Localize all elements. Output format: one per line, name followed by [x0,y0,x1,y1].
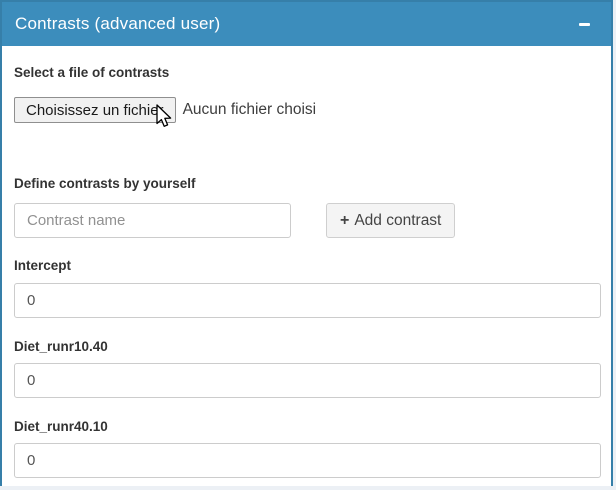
coefficient-input-diet-runr10-40[interactable] [14,363,601,398]
add-contrast-button-label: Add contrast [354,212,441,230]
choose-file-button[interactable]: Choisissez un fichier [14,97,176,123]
contrasts-panel: Contrasts (advanced user) Select a file … [0,0,613,486]
contrast-name-input[interactable] [14,203,291,238]
define-contrast-row: Add contrast [14,203,599,238]
file-input-label: Select a file of contrasts [14,65,599,81]
file-status-text: Aucun fichier choisi [183,101,317,119]
coefficient-input-intercept[interactable] [14,283,601,318]
panel-header: Contrasts (advanced user) [2,0,611,46]
panel-title: Contrasts (advanced user) [15,14,220,34]
add-contrast-button[interactable]: Add contrast [326,203,455,238]
coefficient-label-intercept: Intercept [14,258,599,274]
coefficient-input-diet-runr40-10[interactable] [14,443,601,478]
panel-body: Select a file of contrasts Choisissez un… [2,46,611,490]
coefficient-label-diet-runr40-10: Diet_runr40.10 [14,419,599,435]
collapse-button[interactable] [576,16,592,32]
plus-icon [340,212,349,230]
file-input: Choisissez un fichier Aucun fichier choi… [14,97,599,123]
define-contrasts-label: Define contrasts by yourself [14,176,599,192]
coefficient-label-diet-runr10-40: Diet_runr10.40 [14,339,599,355]
minus-icon [579,23,590,26]
